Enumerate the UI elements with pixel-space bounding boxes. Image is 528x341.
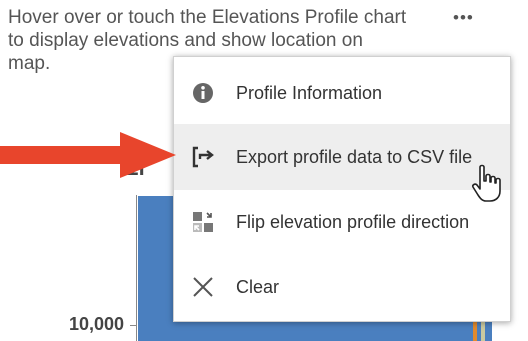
info-icon <box>191 81 215 105</box>
red-arrow-icon <box>0 132 176 178</box>
menu-item-export-csv[interactable]: Export profile data to CSV file <box>174 124 510 190</box>
menu-item-label: Export profile data to CSV file <box>236 146 473 167</box>
y-axis-tick <box>130 325 137 326</box>
instructions-line-1: Hover over or touch the Elevations Profi… <box>8 7 407 28</box>
y-axis-tick-label: 10,000 <box>68 314 124 334</box>
menu-item-label: Clear <box>236 276 280 297</box>
menu-item-flip-direction[interactable]: Flip elevation profile direction <box>174 189 510 255</box>
close-icon <box>191 275 215 299</box>
menu-item-label: Flip elevation profile direction <box>236 211 470 232</box>
export-icon <box>191 145 215 169</box>
menu-item-label: Profile Information <box>236 82 383 103</box>
hand-cursor-icon <box>472 164 501 202</box>
instructions-line-2: to display elevations and show location … <box>8 30 363 51</box>
more-options-button[interactable]: ••• <box>453 8 474 28</box>
y-axis <box>136 195 137 341</box>
profile-options-menu: Profile Information Export profile data … <box>173 56 511 322</box>
menu-item-clear[interactable]: Clear <box>174 254 510 320</box>
flip-icon <box>191 210 215 234</box>
menu-item-profile-information[interactable]: Profile Information <box>174 60 510 126</box>
